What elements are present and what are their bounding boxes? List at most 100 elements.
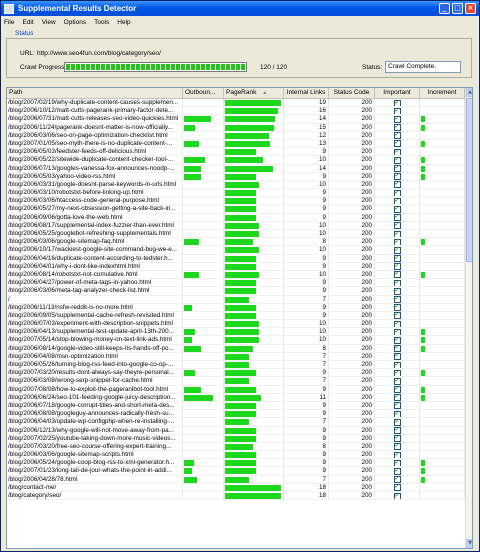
check-icon[interactable]: ✓	[393, 230, 401, 238]
vertical-scrollbar[interactable]: ▲ ▼	[465, 88, 472, 548]
table-row[interactable]: /blog/2007/01/05/seo-myth-there-is-no-du…	[7, 139, 465, 149]
table-row[interactable]: /blog/2006/03/06/meta-tag-analyzer-check…	[7, 287, 465, 296]
check-icon[interactable]: ✓	[393, 148, 401, 156]
check-icon[interactable]: ✓	[393, 427, 401, 434]
table-row[interactable]: /blog/2006/07/31/matt-cutts-releases-seo…	[7, 115, 465, 124]
check-icon[interactable]: ✓	[393, 386, 401, 393]
table-row[interactable]: /blog/2006/04/16/duplicate-content-accor…	[7, 254, 465, 263]
check-icon[interactable]: ✓	[393, 124, 401, 131]
check-icon[interactable]: ✓	[393, 476, 401, 483]
check-icon[interactable]: ✓	[393, 418, 401, 426]
table-row[interactable]: /blog/2006/08/14/robotstxt-not-cumulativ…	[7, 270, 465, 280]
table-row[interactable]: /blog/2007/03/20/free-seo-course-offerin…	[7, 442, 465, 452]
check-icon[interactable]: ✓	[393, 402, 401, 410]
arrow-down-icon[interactable]: ▼	[466, 539, 472, 548]
table-row[interactable]: /blog/2006/06/24/seo-101-feeding-google-…	[7, 393, 465, 402]
column-header-important[interactable]: Important	[375, 88, 420, 99]
check-icon[interactable]: ✓	[393, 320, 401, 328]
check-icon[interactable]: ✓	[393, 222, 401, 229]
check-icon[interactable]: ✓	[393, 189, 401, 197]
table-row[interactable]: /blog/2006/03/06/google-sitemap-faq.html…	[7, 238, 465, 247]
column-header-internal-links[interactable]: Internal Links	[284, 88, 329, 99]
table-row[interactable]: /blog/2007/02/25/youtube-taking-down-mor…	[7, 434, 465, 443]
check-icon[interactable]: ✓	[393, 394, 401, 401]
table-row[interactable]: /blog/2006/04/27/power-of-meta-tags-in-y…	[7, 279, 465, 288]
check-icon[interactable]: ✓	[393, 263, 401, 270]
check-icon[interactable]: ✓	[393, 107, 401, 115]
table-row[interactable]: /blog/2006/03/08/wrong-serp-snippet-for-…	[7, 377, 465, 386]
check-icon[interactable]: ✓	[393, 214, 401, 221]
table-row[interactable]: /blog/2006/07/13/googles-vanessa-fox-ann…	[7, 164, 465, 173]
table-row[interactable]: /blog/2006/05/24/google-coop-blog-rss-to…	[7, 459, 465, 468]
table-row[interactable]: /blog/2006/04/01/why-i-dont-like-indexht…	[7, 262, 465, 271]
table-row[interactable]: /blog/2006/09/05/supplemental-cache-refr…	[7, 311, 465, 321]
table-row[interactable]: /blog/2006/04/03/update-wp-configphp-whe…	[7, 418, 465, 427]
close-button[interactable]: ×	[465, 3, 476, 14]
column-header-outbound[interactable]: Outboun...	[183, 88, 224, 99]
check-icon[interactable]: ✓	[393, 132, 401, 139]
table-row[interactable]: /blog/2006/05/03/feedster-feeds-off-deli…	[7, 148, 465, 157]
check-icon[interactable]: ✓	[393, 451, 401, 459]
check-icon[interactable]: ✓	[393, 410, 401, 418]
table-row[interactable]: /blog/2006/05/03/yahoo-video-rss.html 9 20…	[7, 172, 465, 181]
table-row[interactable]: /blog/2006/10/17/wackiest-google-site-co…	[7, 246, 465, 255]
check-icon[interactable]: ✓	[393, 279, 401, 287]
table-row[interactable]: /blog/2006/03/06/google-sitemap-scripts.…	[7, 451, 465, 460]
menu-tools[interactable]: Tools	[94, 19, 109, 26]
table-row[interactable]: /blog/2006/03/06/htaccess-code-general-p…	[7, 197, 465, 206]
arrow-up-icon[interactable]: ▲	[466, 88, 472, 97]
check-icon[interactable]: ✓	[393, 238, 401, 246]
check-icon[interactable]: ✓	[393, 492, 401, 500]
menu-view[interactable]: View	[42, 19, 56, 26]
table-row[interactable]: /blog/2006/03/06/seo-on-page-optimizatio…	[7, 131, 465, 140]
table-row[interactable]: /blog/2006/03/10/robotstxt-before-linkin…	[7, 189, 465, 198]
check-icon[interactable]: ✓	[393, 156, 401, 164]
check-icon[interactable]: ✓	[393, 336, 401, 344]
table-row[interactable]: /blog/2006/04/13/supplemental-test-updat…	[7, 328, 465, 337]
table-row[interactable]: /blog/2006/07/03/experiment-with-descrip…	[7, 320, 465, 329]
check-icon[interactable]: ✓	[393, 99, 401, 107]
table-row[interactable]: /blog/2006/05/25/googlebot-refreshing-su…	[7, 230, 465, 239]
scrollbar-thumb[interactable]	[466, 98, 472, 262]
check-icon[interactable]: ✓	[393, 377, 401, 385]
menu-help[interactable]: Help	[117, 19, 130, 26]
table-row[interactable]: /blog/2007/02/19/why-duplicate-content-c…	[7, 99, 465, 108]
menu-edit[interactable]: Edit	[22, 19, 33, 26]
column-header-increment[interactable]: Increment	[420, 88, 465, 99]
column-header-pagerank[interactable]: PageRank ▲	[224, 88, 284, 99]
check-icon[interactable]: ✓	[393, 115, 401, 123]
check-icon[interactable]: ✓	[393, 369, 401, 377]
check-icon[interactable]: ✓	[393, 271, 401, 279]
table-row[interactable]: /blog/2006/05/22/sitewide-duplicate-cont…	[7, 156, 465, 165]
table-row[interactable]: /blog/2007/05/14/stop-blowing-money-on-t…	[7, 336, 465, 345]
table-row[interactable]: /blog/2006/04/08/msn-optimization.html 7 2…	[7, 352, 465, 361]
column-header-status-code[interactable]: Status Code	[329, 88, 375, 99]
check-icon[interactable]: ✓	[393, 304, 401, 311]
check-icon[interactable]: ✓	[393, 181, 401, 189]
check-icon[interactable]: ✓	[393, 328, 401, 336]
table-row[interactable]: /blog/2006/08/17/supplemental-index-fuzz…	[7, 221, 465, 230]
table-row[interactable]: /blog/2007/08/08/how-to-exploit-the-page…	[7, 385, 465, 394]
check-icon[interactable]: ✓	[393, 246, 401, 254]
check-icon[interactable]: ✓	[393, 435, 401, 442]
table-row[interactable]: /blog/2006/12/13/why-google-will-not-mov…	[7, 426, 465, 435]
check-icon[interactable]: ✓	[393, 296, 401, 303]
title-bar[interactable]: Supplemental Results Detector _ □ ×	[1, 1, 479, 16]
check-icon[interactable]: ✓	[393, 255, 401, 262]
table-row[interactable]: /blog/2006/08/14/google-video-still-keep…	[7, 344, 465, 353]
table-row[interactable]: /blog/2006/11/24/pagerank-doesnt-matter-…	[7, 123, 465, 132]
check-icon[interactable]: ✓	[393, 197, 401, 205]
check-icon[interactable]: ✓	[393, 140, 401, 148]
table-row[interactable]: /blog/category/seo/18 200 ✓	[7, 492, 465, 501]
check-icon[interactable]: ✓	[393, 484, 401, 491]
table-row[interactable]: /blog/2006/05/26/turning-blog-rss-feed-i…	[7, 361, 465, 370]
maximize-button[interactable]: □	[452, 3, 463, 14]
check-icon[interactable]: ✓	[393, 467, 401, 475]
table-row[interactable]: /blog/2007/03/20/results-dont-always-say…	[7, 369, 465, 378]
check-icon[interactable]: ✓	[393, 345, 401, 352]
table-row[interactable]: /blog/2006/09/06/gotta-love-the-web.html…	[7, 213, 465, 222]
check-icon[interactable]: ✓	[393, 443, 401, 451]
column-header-path[interactable]: Path	[7, 88, 183, 99]
check-icon[interactable]: ✓	[393, 459, 401, 467]
table-row[interactable]: /blog/2006/08/08/googleguy-announces-rad…	[7, 410, 465, 419]
